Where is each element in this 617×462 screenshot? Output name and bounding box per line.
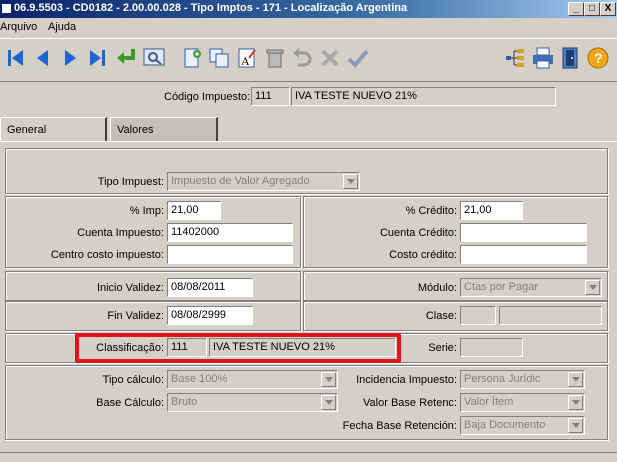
codigo-impuesto-label: Código Impuesto:: [164, 91, 251, 103]
clase-label: Clase:: [425, 310, 457, 322]
modulo-select[interactable]: Ctas por Pagar: [460, 278, 602, 297]
undo-icon[interactable]: [289, 44, 315, 72]
centro-costo-label: Centro costo impuesto:: [50, 249, 164, 261]
first-icon[interactable]: [3, 44, 29, 72]
modulo-label: Módulo:: [417, 282, 457, 294]
cancel-icon[interactable]: [317, 44, 343, 72]
chevron-down-icon[interactable]: [568, 372, 583, 387]
edit-icon[interactable]: A: [234, 44, 260, 72]
valor-base-select[interactable]: Valor Ítem: [460, 393, 585, 412]
fin-validez-field[interactable]: 08/08/2999: [167, 306, 253, 325]
chevron-down-icon[interactable]: [585, 280, 600, 295]
serie-field[interactable]: [460, 338, 523, 357]
fin-validez-label: Fin Validez:: [107, 310, 164, 322]
close-button[interactable]: X: [600, 2, 616, 16]
inicio-validez-field[interactable]: 08/08/2011: [167, 278, 253, 297]
tipo-calculo-label: Tipo cálculo:: [102, 374, 164, 386]
pct-imp-label: % Imp:: [129, 205, 164, 217]
previous-icon[interactable]: [30, 44, 56, 72]
tipo-impuest-select[interactable]: Impuesto de Valor Agregado: [167, 172, 360, 191]
centro-costo-field[interactable]: [167, 245, 293, 264]
help-icon[interactable]: ?: [585, 44, 611, 72]
menu-bar: [0, 18, 617, 36]
cuenta-impuesto-label: Cuenta Impuesto:: [77, 227, 164, 239]
codigo-impuesto-field[interactable]: 111: [251, 87, 290, 106]
clase-field-2[interactable]: [499, 306, 602, 325]
costo-credito-label: Costo crédito:: [389, 249, 457, 261]
inicio-validez-label: Inicio Validez:: [96, 282, 164, 294]
app-icon[interactable]: [1, 3, 12, 14]
search-icon[interactable]: [141, 44, 167, 72]
serie-label: Serie:: [428, 342, 457, 354]
valor-base-label: Valor Base Retenc:: [363, 397, 457, 409]
return-icon[interactable]: [113, 44, 139, 72]
print-icon[interactable]: [530, 44, 556, 72]
new-icon[interactable]: [179, 44, 205, 72]
tree-icon[interactable]: [502, 44, 528, 72]
menu-arquivo[interactable]: Arquivo: [0, 21, 37, 33]
base-calculo-label: Base Cálculo:: [96, 397, 164, 409]
exit-icon[interactable]: [557, 44, 583, 72]
next-icon[interactable]: [57, 44, 83, 72]
delete-icon[interactable]: [262, 44, 288, 72]
clase-field-1[interactable]: [460, 306, 496, 325]
pct-imp-field[interactable]: 21,00: [167, 201, 221, 220]
tab-general[interactable]: General: [0, 117, 107, 141]
pct-credito-label: % Crédito:: [405, 205, 457, 217]
svg-text:A: A: [241, 54, 250, 68]
fecha-base-label: Fecha Base Retención:: [342, 420, 457, 432]
confirm-icon[interactable]: [345, 44, 371, 72]
tab-divider: [0, 141, 617, 142]
tab-valores[interactable]: Valores: [110, 117, 218, 141]
copy-icon[interactable]: [206, 44, 232, 72]
menu-ajuda[interactable]: Ajuda: [48, 21, 76, 33]
chevron-down-icon[interactable]: [343, 174, 358, 189]
maximize-button[interactable]: □: [584, 2, 600, 16]
fecha-base-select[interactable]: Baja Documento: [460, 416, 585, 435]
incidencia-select[interactable]: Persona Jurídic: [460, 370, 585, 389]
tipo-impuest-label: Tipo Impuest:: [97, 176, 164, 188]
highlight-box: [75, 333, 401, 363]
tipo-calculo-select[interactable]: Base 100%: [167, 370, 338, 389]
window-title: 06.9.5503 - CD0182 - 2.00.00.028 - Tipo …: [14, 2, 408, 14]
svg-text:?: ?: [594, 50, 603, 66]
pct-credito-field[interactable]: 21,00: [460, 201, 523, 220]
chevron-down-icon[interactable]: [568, 395, 583, 410]
cuenta-credito-field[interactable]: [460, 223, 587, 242]
base-calculo-select[interactable]: Bruto: [167, 393, 338, 412]
codigo-descricao-field[interactable]: IVA TESTE NUEVO 21%: [291, 87, 556, 106]
chevron-down-icon[interactable]: [568, 418, 583, 433]
bottom-divider: [0, 452, 617, 453]
last-icon[interactable]: [84, 44, 110, 72]
incidencia-label: Incidencia Impuesto:: [356, 374, 457, 386]
costo-credito-field[interactable]: [460, 245, 587, 264]
cuenta-credito-label: Cuenta Crédito:: [379, 227, 457, 239]
minimize-button[interactable]: _: [568, 2, 584, 16]
cuenta-impuesto-field[interactable]: 11402000: [167, 223, 293, 242]
